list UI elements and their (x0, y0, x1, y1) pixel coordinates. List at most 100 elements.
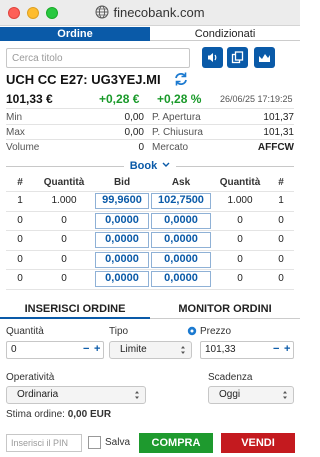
mercato-label: Mercato (152, 142, 189, 153)
window-titlebar: finecobank.com (0, 0, 300, 26)
book-cell-qty-ask: 0 (237, 253, 243, 265)
prezzo-value: 101,33 (205, 344, 236, 355)
prezzo-field[interactable]: 101,33 (200, 341, 294, 359)
book-cell-count-bid: 0 (17, 214, 23, 226)
tab-condizionati[interactable]: Condizionati (150, 27, 300, 41)
prezzo-minus-button[interactable]: − (273, 343, 279, 355)
book-toggle[interactable]: Book (0, 160, 300, 172)
book-row-divider (6, 230, 294, 231)
book-header-qty-bid: Quantità (43, 177, 85, 188)
chiusura-label: P. Chiusura (152, 127, 203, 138)
stima-value: 0,00 EUR (67, 409, 112, 420)
salva-label: Salva (105, 437, 131, 448)
apertura-value: 101,37 (263, 112, 294, 123)
book-cell-qty-ask: 0 (237, 273, 243, 284)
book-cell-bid[interactable]: 0,0000 (94, 214, 150, 226)
refresh-icon[interactable] (172, 70, 190, 88)
operativita-label: Operatività (6, 372, 55, 383)
operativita-select[interactable]: Ordinaria (6, 386, 146, 404)
min-label: Min (6, 112, 23, 123)
book-cell-qty-bid: 0 (61, 234, 67, 245)
updown-arrow-icon (181, 346, 185, 354)
volume-label: Volume (6, 142, 40, 153)
divider (6, 139, 294, 140)
book-cell-qty-bid: 1.000 (51, 195, 77, 206)
book-cell-bid[interactable]: 0,0000 (94, 253, 150, 265)
quantita-plus-button[interactable]: + (94, 343, 100, 355)
book-cell-ask[interactable]: 0,0000 (150, 272, 212, 284)
book-cell-ask[interactable]: 0,0000 (150, 253, 212, 265)
order-tabs: INSERISCI ORDINE MONITOR ORDINI (0, 299, 300, 319)
chart-button[interactable] (254, 47, 275, 68)
book-row-divider (6, 210, 294, 212)
site-name: finecobank.com (113, 5, 205, 20)
tipo-label: Tipo (109, 326, 129, 337)
book-cell-qty-bid: 0 (61, 214, 67, 226)
max-label: Max (6, 127, 25, 138)
stima-label: Stima ordine: (6, 409, 65, 420)
tab-ordine[interactable]: Ordine (0, 27, 150, 41)
tipo-select[interactable]: Limite (109, 341, 192, 359)
book-cell-count-ask: 0 (278, 234, 284, 245)
gear-icon[interactable] (187, 326, 197, 336)
scadenza-select[interactable]: Oggi (208, 386, 294, 404)
volume-value: 0 (138, 142, 144, 153)
book-row-divider (6, 288, 294, 290)
book-header-bid: Bid (113, 177, 131, 188)
book-cell-qty-ask: 0 (237, 214, 243, 226)
book-cell-bid[interactable]: 0,0000 (94, 272, 150, 284)
scadenza-value: Oggi (219, 389, 241, 400)
salva-checkbox[interactable] (88, 436, 101, 449)
book-label: Book (129, 160, 158, 172)
book-cell-ask[interactable]: 0,0000 (150, 214, 212, 226)
speaker-icon (208, 53, 217, 62)
book-header-qty-ask: Quantità (219, 177, 261, 188)
updown-arrow-icon (135, 391, 139, 399)
max-value: 0,00 (124, 127, 144, 138)
book-cell-qty-bid: 0 (61, 253, 67, 265)
book-cell-qty-ask: 0 (237, 234, 243, 245)
stima-ordine: Stima ordine: 0,00 EUR (6, 409, 111, 420)
scadenza-label: Scadenza (208, 372, 253, 383)
min-value: 0,00 (124, 112, 144, 123)
quantita-label: Quantità (6, 326, 44, 337)
book-cell-qty-bid: 0 (61, 273, 67, 284)
prezzo-label: Prezzo (200, 326, 232, 337)
quantita-minus-button[interactable]: − (83, 343, 89, 355)
operativita-value: Ordinaria (17, 389, 59, 400)
chart-icon (259, 54, 270, 62)
last-price: 101,33 € (6, 92, 53, 106)
book-cell-ask[interactable]: 0,0000 (150, 233, 212, 245)
change-absolute: +0,28 € (99, 92, 140, 106)
book-cell-ask[interactable]: 102,7500 (150, 194, 212, 206)
mercato-value: AFFCW (257, 142, 294, 153)
book-row-divider (6, 269, 294, 270)
tab-monitor-ordini[interactable]: MONITOR ORDINI (150, 299, 300, 319)
timestamp: 26/06/25 17:19:25 (220, 94, 293, 104)
book-row-divider (6, 249, 294, 251)
site-address: finecobank.com (0, 5, 300, 20)
updown-arrow-icon (283, 391, 287, 399)
search-input[interactable] (6, 48, 190, 68)
instrument-name: UCH CC E27: UG3YEJ.MI (6, 72, 161, 87)
vendi-button[interactable]: VENDI (221, 433, 295, 453)
book-cell-bid[interactable]: 0,0000 (94, 233, 150, 245)
speaker-button[interactable] (202, 47, 223, 68)
book-cell-count-ask: 1 (278, 195, 284, 206)
tab-inserisci-ordine[interactable]: INSERISCI ORDINE (0, 299, 150, 319)
copy-button[interactable] (227, 47, 248, 68)
book-header-ask: Ask (171, 177, 191, 188)
book-cell-bid[interactable]: 99,9600 (94, 194, 150, 206)
book-cell-count-bid: 0 (17, 253, 23, 265)
chevron-down-icon (162, 162, 170, 167)
compra-button[interactable]: COMPRA (139, 433, 213, 453)
book-header-count-ask: # (278, 177, 284, 188)
change-percent: +0,28 % (157, 92, 202, 106)
book-cell-count-ask: 0 (278, 273, 284, 284)
book-row-divider (6, 191, 294, 192)
divider (6, 124, 294, 125)
prezzo-plus-button[interactable]: + (284, 343, 290, 355)
book-cell-count-ask: 0 (278, 253, 284, 265)
pin-input[interactable] (6, 434, 82, 452)
top-tabs: Ordine Condizionati (0, 27, 300, 41)
